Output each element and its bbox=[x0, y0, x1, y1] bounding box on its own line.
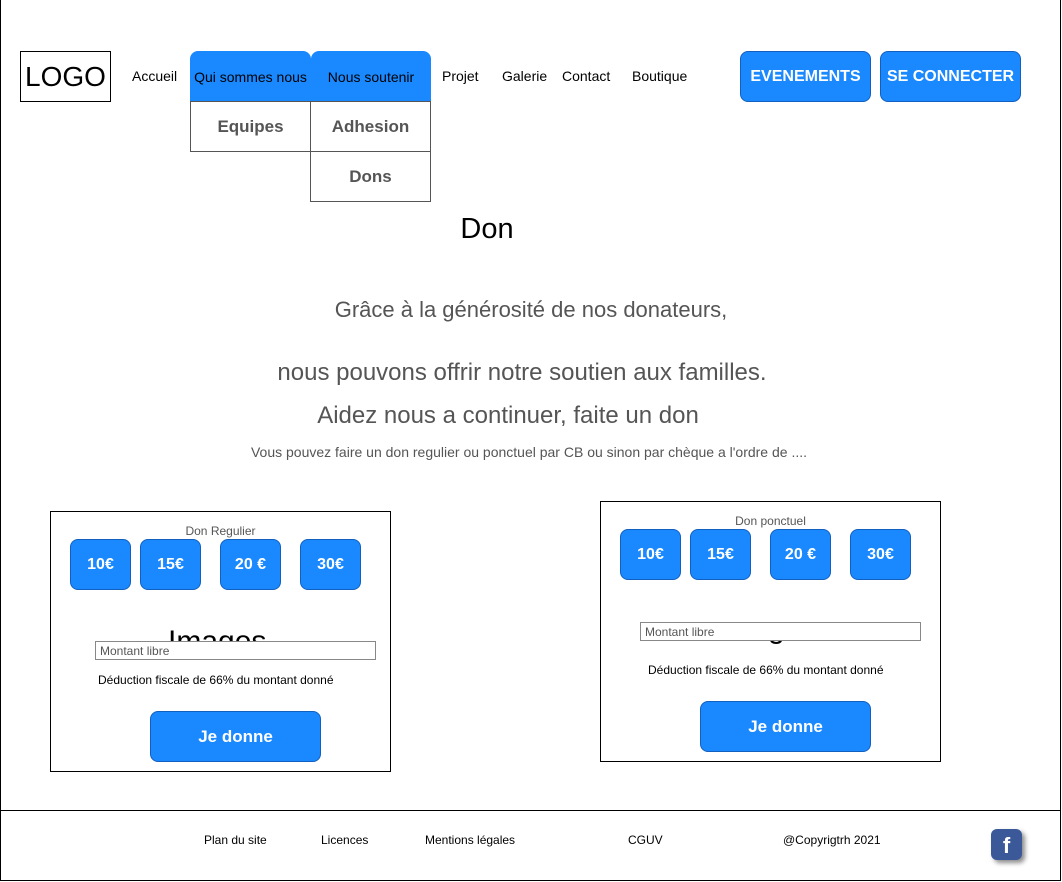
regular-amount-20[interactable]: 20 € bbox=[220, 539, 281, 590]
intro-line-4: Vous pouvez faire un don regulier ou pon… bbox=[250, 444, 808, 460]
card-title: Don ponctuel bbox=[735, 514, 806, 528]
nav-projet[interactable]: Projet bbox=[442, 68, 479, 84]
regular-amount-15[interactable]: 15€ bbox=[140, 539, 201, 590]
intro-line-2: nous pouvons offrir notre soutien aux fa… bbox=[277, 359, 767, 386]
title-band bbox=[0, 136, 1061, 272]
oneoff-amount-30[interactable]: 30€ bbox=[850, 529, 911, 580]
card-title: Don Regulier bbox=[185, 524, 256, 538]
oneoff-amount-20[interactable]: 20 € bbox=[770, 529, 831, 580]
footer-plan-du-site[interactable]: Plan du site bbox=[204, 833, 267, 847]
oneoff-amount-15[interactable]: 15€ bbox=[690, 529, 751, 580]
logo[interactable]: LOGO bbox=[20, 51, 111, 102]
nav-boutique[interactable]: Boutique bbox=[632, 68, 687, 84]
nav-contact[interactable]: Contact bbox=[562, 68, 610, 84]
footer bbox=[0, 810, 1061, 881]
dropdown-item-equipes[interactable]: Equipes bbox=[190, 101, 311, 152]
regular-amount-input[interactable] bbox=[95, 641, 376, 660]
footer-licences[interactable]: Licences bbox=[321, 833, 368, 847]
dropdown-item-adhesion[interactable]: Adhesion bbox=[310, 101, 431, 152]
facebook-icon[interactable]: f bbox=[991, 829, 1022, 860]
regular-amount-10[interactable]: 10€ bbox=[70, 539, 131, 590]
nav-accueil[interactable]: Accueil bbox=[132, 68, 177, 84]
intro-line-3: Aidez nous a continuer, faite un don bbox=[317, 402, 699, 429]
regular-amount-30[interactable]: 30€ bbox=[300, 539, 361, 590]
footer-cguv[interactable]: CGUV bbox=[628, 833, 663, 847]
nav-nous-soutenir[interactable]: Nous soutenir bbox=[311, 51, 431, 102]
dropdown-item-dons[interactable]: Dons bbox=[310, 151, 431, 202]
oneoff-deduction-text: Déduction fiscale de 66% du montant donn… bbox=[648, 663, 884, 677]
oneoff-amount-10[interactable]: 10€ bbox=[620, 529, 681, 580]
nav-qui-sommes-nous[interactable]: Qui sommes nous bbox=[190, 51, 311, 102]
footer-copyright: @Copyrigtrh 2021 bbox=[783, 833, 881, 847]
evenements-button[interactable]: EVENEMENTS bbox=[740, 51, 871, 102]
footer-mentions-legales[interactable]: Mentions légales bbox=[425, 833, 515, 847]
oneoff-give-button[interactable]: Je donne bbox=[700, 701, 871, 752]
regular-give-button[interactable]: Je donne bbox=[150, 711, 321, 762]
regular-deduction-text: Déduction fiscale de 66% du montant donn… bbox=[98, 673, 334, 687]
connect-button[interactable]: SE CONNECTER bbox=[880, 51, 1021, 102]
oneoff-amount-input[interactable] bbox=[640, 622, 921, 641]
nav-galerie[interactable]: Galerie bbox=[502, 68, 547, 84]
intro-line-1: Grâce à la générosité de nos donateurs, bbox=[334, 297, 728, 322]
page-title: Don bbox=[460, 213, 514, 245]
